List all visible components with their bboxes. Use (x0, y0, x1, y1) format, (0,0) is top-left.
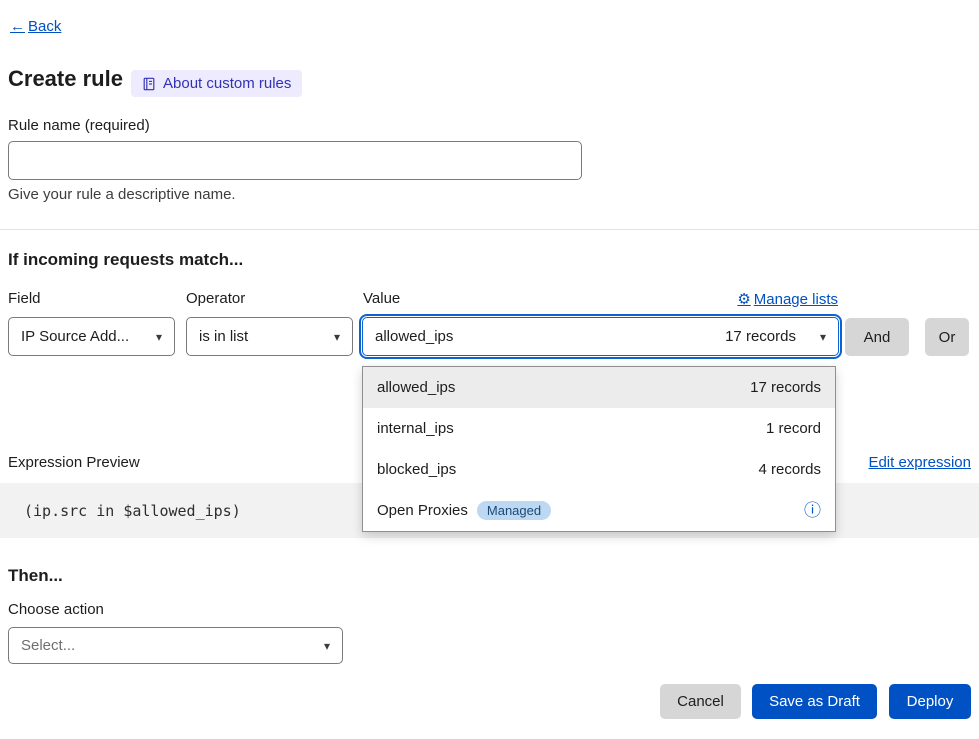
value-select-records: 17 records (725, 328, 796, 345)
choose-action-label: Choose action (8, 601, 104, 618)
edit-expression-link[interactable]: Edit expression (868, 454, 971, 471)
field-select[interactable]: IP Source Add... ▾ (8, 317, 175, 356)
list-item-name: blocked_ips (377, 461, 456, 478)
operator-select-value: is in list (199, 328, 248, 345)
operator-label: Operator (186, 290, 245, 307)
rule-name-input[interactable] (8, 141, 582, 180)
value-label: Value (363, 290, 400, 307)
managed-badge: Managed (477, 501, 551, 520)
about-custom-rules-badge[interactable]: About custom rules (131, 70, 302, 97)
action-select-placeholder: Select... (21, 637, 75, 654)
field-select-value: IP Source Add... (21, 328, 129, 345)
section-divider (0, 229, 979, 230)
back-link-label: Back (28, 18, 61, 35)
value-select-value: allowed_ips (375, 328, 453, 345)
list-item-allowed-ips[interactable]: allowed_ips 17 records (363, 367, 835, 408)
expression-preview-label: Expression Preview (8, 454, 140, 471)
cancel-button[interactable]: Cancel (660, 684, 741, 719)
list-item-open-proxies[interactable]: Open Proxies Managed ⓘ (363, 490, 835, 531)
list-item-records: 4 records (758, 461, 821, 478)
manage-lists-link[interactable]: ⚙ Manage lists (737, 290, 838, 308)
chevron-down-icon: ▾ (820, 331, 826, 343)
list-item-name: Open Proxies (377, 502, 468, 519)
list-item-records: 1 record (766, 420, 821, 437)
expression-code: (ip.src in $allowed_ips) (24, 502, 241, 520)
list-item-internal-ips[interactable]: internal_ips 1 record (363, 408, 835, 449)
action-select[interactable]: Select... ▾ (8, 627, 343, 664)
list-item-blocked-ips[interactable]: blocked_ips 4 records (363, 449, 835, 490)
field-label: Field (8, 290, 41, 307)
back-link[interactable]: ←Back (10, 18, 61, 35)
then-section-title: Then... (8, 566, 63, 586)
list-item-name: allowed_ips (377, 379, 455, 396)
about-custom-rules-label: About custom rules (163, 75, 291, 92)
deploy-button[interactable]: Deploy (889, 684, 971, 719)
chevron-down-icon: ▾ (324, 640, 330, 652)
save-as-draft-button[interactable]: Save as Draft (752, 684, 877, 719)
book-icon (142, 77, 156, 91)
page-title: Create rule (8, 66, 123, 92)
rule-name-label: Rule name (required) (8, 117, 150, 134)
rule-name-helper: Give your rule a descriptive name. (8, 186, 236, 203)
list-item-records: 17 records (750, 379, 821, 396)
list-dropdown-menu: allowed_ips 17 records internal_ips 1 re… (362, 366, 836, 532)
chevron-down-icon: ▾ (334, 331, 340, 343)
back-arrow-icon: ← (10, 18, 25, 35)
or-button[interactable]: Or (925, 318, 969, 356)
manage-lists-label: Manage lists (754, 291, 838, 308)
value-select[interactable]: allowed_ips 17 records ▾ (362, 317, 839, 356)
operator-select[interactable]: is in list ▾ (186, 317, 353, 356)
and-button[interactable]: And (845, 318, 909, 356)
list-item-name: internal_ips (377, 420, 454, 437)
info-icon[interactable]: ⓘ (804, 502, 821, 519)
match-section-title: If incoming requests match... (8, 250, 243, 270)
create-rule-page: ←Back Create rule About custom rules Rul… (0, 0, 979, 739)
chevron-down-icon: ▾ (156, 331, 162, 343)
gear-icon: ⚙ (737, 290, 750, 308)
